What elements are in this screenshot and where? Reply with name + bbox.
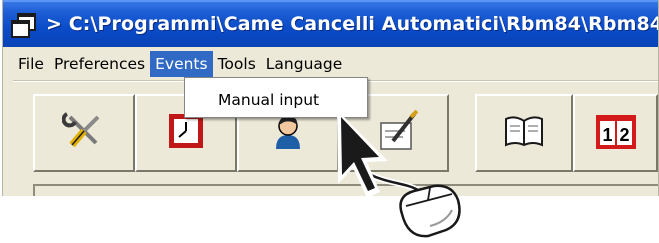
menu-preferences[interactable]: Preferences [49,51,150,77]
manual-input-icon [367,109,421,157]
menu-language[interactable]: Language [261,51,348,77]
events-dropdown-menu: Manual input [184,77,368,118]
calendar-digit-right: 2 [619,125,629,145]
window-title: > C:\Programmi\Came Cancelli Automatici\… [46,12,658,35]
menu-item-manual-input[interactable]: Manual input [186,89,366,111]
menu-events[interactable]: Events [150,51,213,77]
title-bar[interactable]: > C:\Programmi\Came Cancelli Automatici\… [3,0,658,47]
application-window: > C:\Programmi\Came Cancelli Automatici\… [2,0,659,196]
menu-file[interactable]: File [3,51,49,77]
menu-bar: File Preferences Events Tools Language [3,51,658,77]
calendar-icon: 1 2 [593,111,639,155]
tools-icon [61,111,106,155]
book-icon [502,113,546,153]
calendar-button[interactable]: 1 2 [573,94,658,172]
tools-button[interactable] [33,94,135,172]
book-button[interactable] [475,94,573,172]
calendar-digit-left: 1 [602,125,612,145]
windows-app-icon[interactable] [10,12,36,38]
menu-tools[interactable]: Tools [213,51,261,77]
content-panel [33,184,658,196]
